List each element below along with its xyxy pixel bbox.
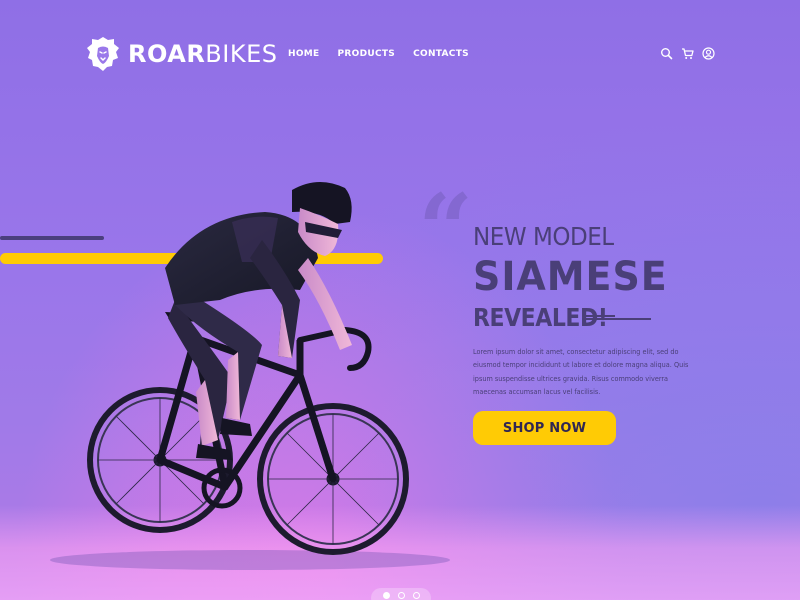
decorative-dash-lines xyxy=(585,314,651,322)
hero-line-2: SIAMESE xyxy=(473,254,668,300)
carousel-dot-3[interactable] xyxy=(412,592,420,599)
quote-mark: “ xyxy=(418,173,474,286)
cyclist-image xyxy=(50,181,450,570)
shop-now-button[interactable]: SHOP NOW xyxy=(473,411,616,445)
carousel-indicator xyxy=(371,588,431,600)
hero-line-3: REVEALED! xyxy=(473,303,608,332)
hero-line-1: NEW MODEL xyxy=(473,222,614,251)
hero-heading: NEW MODEL SIAMESE REVEALED! xyxy=(473,220,678,334)
hero-line-3-row: REVEALED! xyxy=(473,302,678,334)
carousel-dot-2[interactable] xyxy=(397,592,405,599)
landing-page: ROARBIKES HOME PRODUCTS CONTACTS “ NEW M… xyxy=(0,0,800,600)
hero-description: Lorem ipsum dolor sit amet, consectetur … xyxy=(473,348,689,396)
carousel-dot-1[interactable] xyxy=(382,592,390,599)
